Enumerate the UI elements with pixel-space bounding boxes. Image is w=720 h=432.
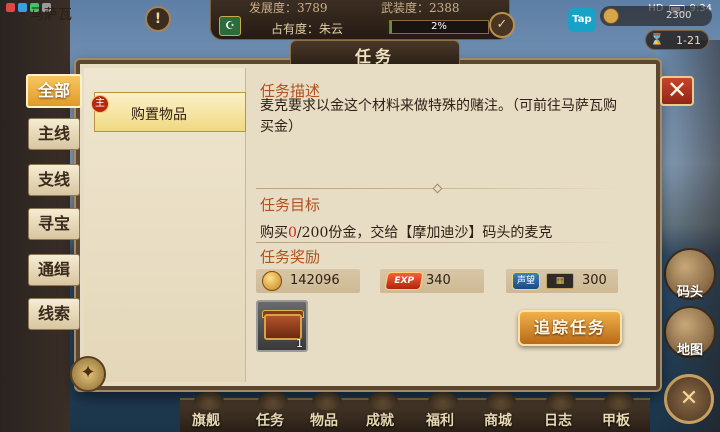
reward-coins: 142096	[256, 269, 360, 293]
goal-prefix: 购买	[260, 225, 288, 241]
occupancy-stat: 占有度：朱云	[271, 22, 344, 36]
map-label: 地图	[676, 343, 703, 358]
reward-title: 任务奖励	[260, 248, 321, 266]
dialog-title-bar: 任务	[290, 40, 460, 66]
player-name: 马萨瓦	[30, 7, 72, 23]
track-quest-button[interactable]: 追踪任务	[518, 310, 622, 346]
map-button[interactable]: 地图	[664, 306, 716, 358]
dock-button[interactable]: 码头	[664, 248, 716, 300]
tab-2[interactable]: 支线	[28, 164, 80, 196]
divider	[256, 183, 620, 194]
tab-0[interactable]: 全部	[26, 74, 82, 108]
military-stat: 武装度：2388	[381, 1, 460, 15]
ticket-icon: ▦	[546, 273, 574, 289]
close-button[interactable]: ✕	[660, 76, 694, 106]
notification-icon	[6, 3, 15, 12]
nav-icon	[428, 392, 458, 410]
reward-item-slot[interactable]: 1	[256, 300, 308, 352]
tab-5[interactable]: 线索	[28, 298, 80, 330]
nav-item[interactable]: 甲板	[602, 410, 630, 430]
coin-counter: 2300	[600, 6, 712, 26]
prestige-icon: 声望	[512, 272, 540, 290]
nav-icon	[486, 392, 516, 410]
level-label: 1-21	[676, 34, 701, 47]
occupancy-percent: 2%	[431, 21, 447, 32]
quest-name: 购置物品	[131, 107, 187, 123]
goal-text: 购买0/200份金，交给【摩加迪沙】码头的麦克	[260, 222, 552, 242]
quest-dialog: 任务 ✕ 主 购置物品 任务描述 麦克要求以金这个材料来做特殊的赌注。（可前往马…	[76, 40, 694, 390]
nav-icon	[604, 392, 634, 410]
reward-exp: EXP 340	[380, 269, 484, 293]
nav-item[interactable]: 福利	[426, 410, 454, 430]
nav-item[interactable]: 商城	[484, 410, 512, 430]
coin-value: 2300	[666, 10, 692, 21]
nav-item[interactable]: 任务	[256, 410, 284, 430]
description-text: 麦克要求以金这个材料来做特殊的赌注。（可前往马萨瓦购买金）	[260, 98, 617, 135]
nav-item[interactable]: 旗舰	[192, 410, 220, 430]
dock-label: 码头	[676, 285, 703, 300]
quest-item[interactable]: 主 购置物品	[91, 92, 246, 132]
nav-icon	[258, 392, 288, 410]
nav-icon	[546, 392, 576, 410]
nav-item[interactable]: 成就	[366, 410, 394, 430]
reward-exp-value: 340	[426, 273, 451, 288]
main-quest-badge: 主	[91, 95, 109, 113]
divider	[256, 242, 620, 243]
reward-prestige-value: 300	[582, 273, 607, 288]
port-hud: 发展度：3789 武装度：2388 ☪ 占有度：朱云 2% ✓	[210, 0, 515, 40]
compass-icon[interactable]: ✦	[70, 356, 106, 392]
tap-badge[interactable]: Tap	[568, 8, 596, 32]
goal-title: 任务目标	[260, 196, 321, 214]
hourglass-icon: ⌛	[650, 33, 664, 46]
development-stat: 发展度：3789	[249, 1, 328, 15]
dialog-title: 任务	[354, 47, 395, 66]
shield-icon[interactable]: ✓	[489, 12, 515, 38]
quest-list: 主 购置物品	[84, 68, 246, 382]
bottom-nav: 旗舰 任务 物品 成就 福利 商城 日志 甲板	[180, 392, 650, 432]
tab-3[interactable]: 寻宝	[28, 208, 80, 240]
reward-prestige: 声望 ▦ 300	[506, 269, 618, 293]
menu-close-button[interactable]: ✕	[664, 374, 714, 424]
item-count: 1	[296, 337, 303, 350]
nav-item[interactable]: 日志	[544, 410, 572, 430]
level-chip: ⌛ 1-21	[645, 30, 709, 50]
nav-icon	[368, 392, 398, 410]
quest-details: 任务描述 麦克要求以金这个材料来做特殊的赌注。（可前往马萨瓦购买金） 任务目标 …	[256, 72, 626, 378]
tab-1[interactable]: 主线	[28, 118, 80, 150]
coin-icon	[262, 271, 282, 291]
reward-coins-value: 142096	[290, 273, 340, 288]
nation-flag-icon: ☪	[219, 16, 241, 36]
occupancy-progress-bar: 2%	[389, 20, 489, 34]
nav-icon	[312, 392, 342, 410]
app-icon	[18, 3, 27, 12]
nav-item[interactable]: 物品	[310, 410, 338, 430]
alert-icon[interactable]: !	[145, 6, 171, 32]
nav-icon	[194, 392, 224, 410]
goal-progress: 0	[288, 225, 297, 241]
tab-4[interactable]: 通缉	[28, 254, 80, 286]
goal-suffix: /200份金，交给【摩加迪沙】码头的麦克	[296, 225, 553, 241]
exp-icon: EXP	[384, 272, 424, 290]
coin-icon	[603, 8, 619, 24]
